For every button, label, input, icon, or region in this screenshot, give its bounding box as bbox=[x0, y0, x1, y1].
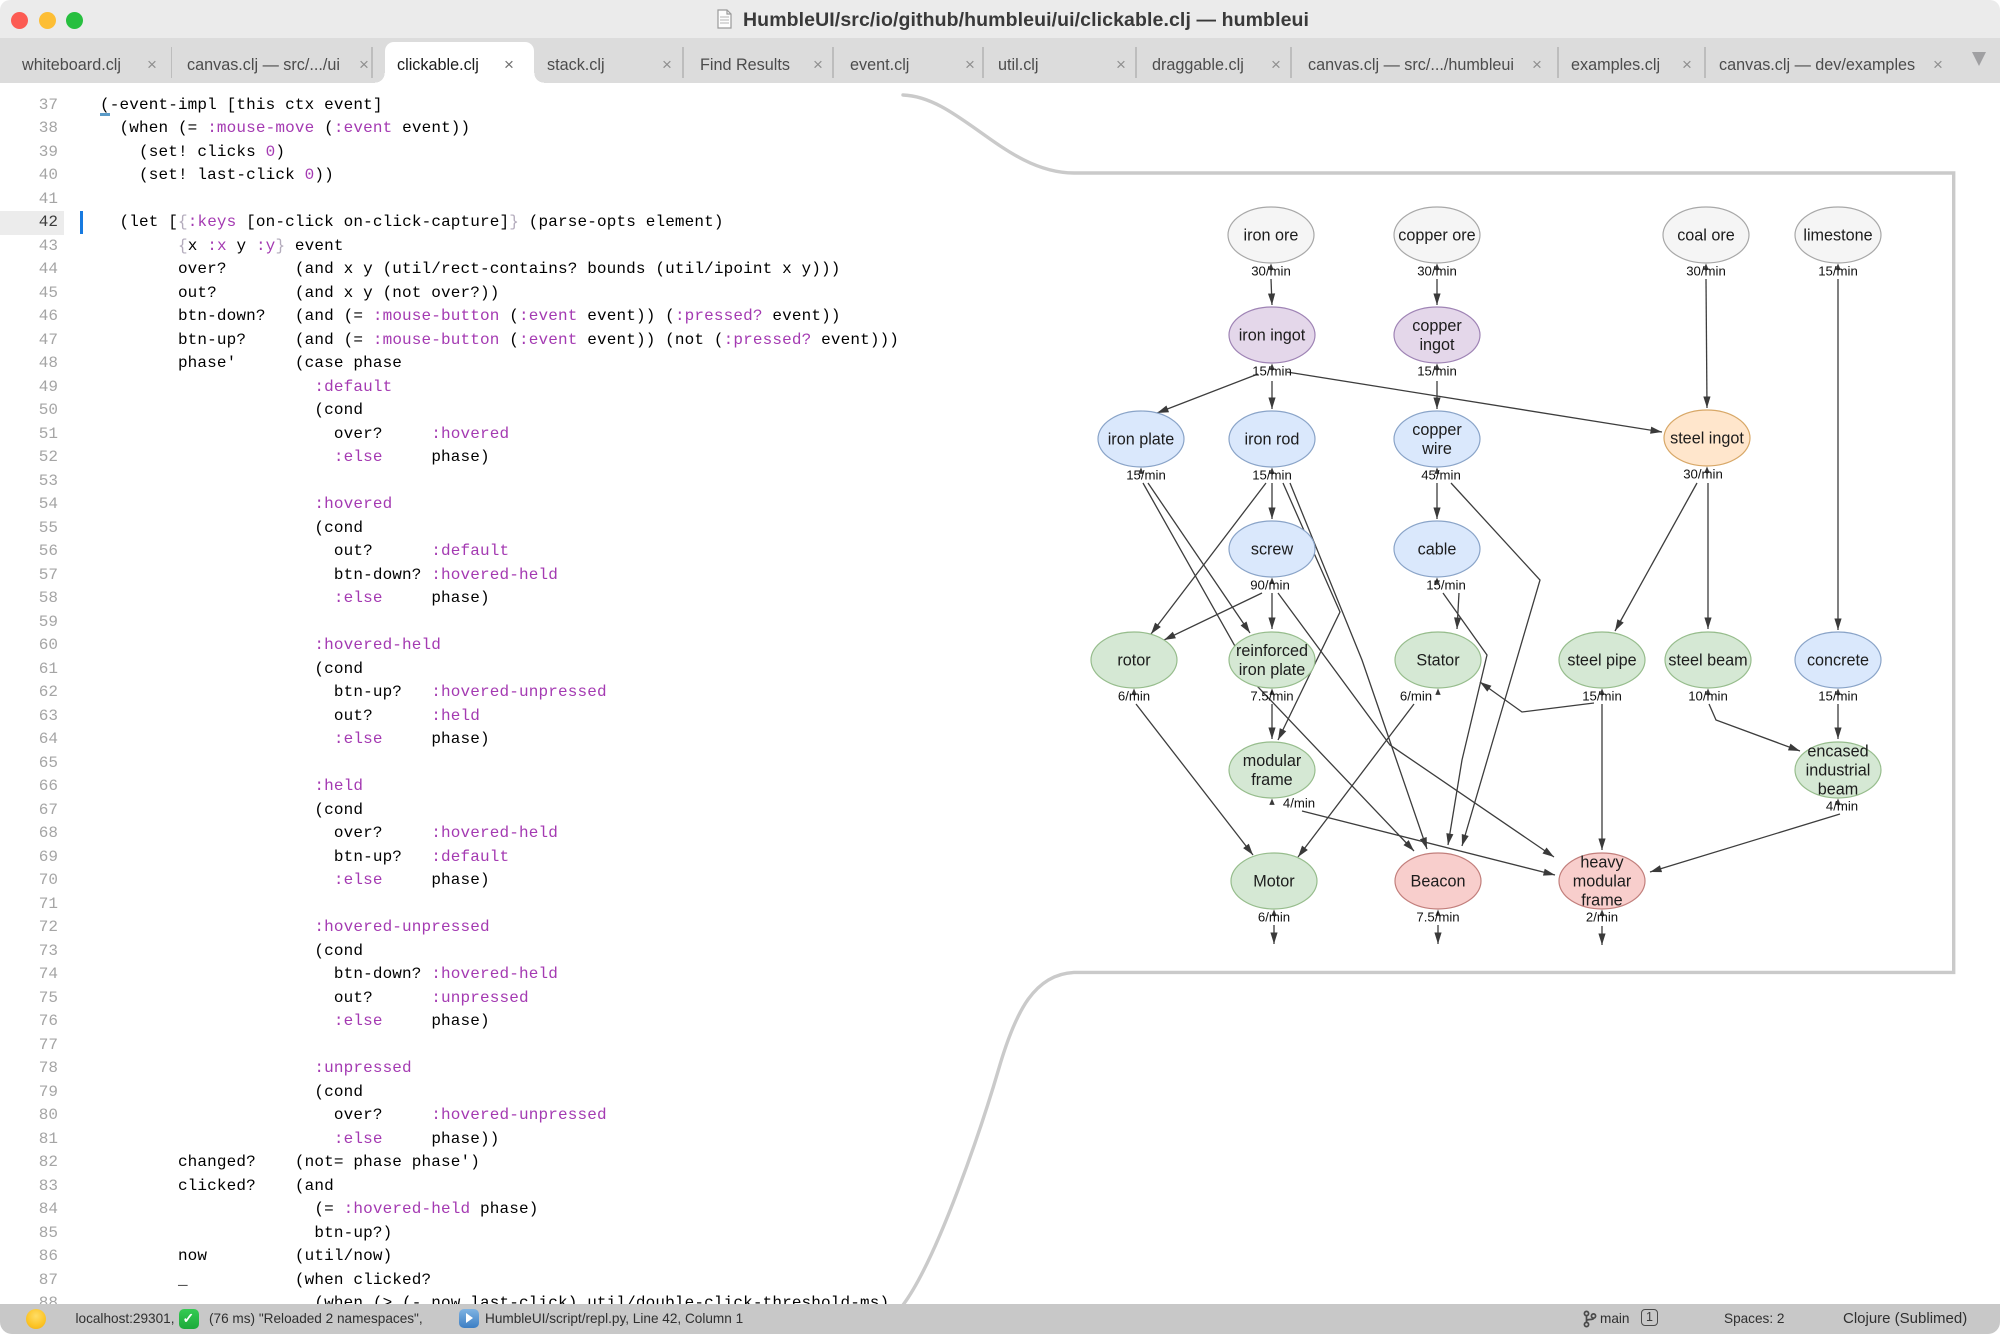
svg-text:copper: copper bbox=[1412, 317, 1462, 335]
svg-text:copper: copper bbox=[1412, 421, 1462, 439]
svg-text:15/min: 15/min bbox=[1818, 264, 1858, 279]
svg-text:iron plate: iron plate bbox=[1108, 431, 1175, 449]
svg-text:modular: modular bbox=[1573, 873, 1632, 891]
svg-text:cable: cable bbox=[1418, 541, 1457, 559]
svg-text:15/min: 15/min bbox=[1582, 689, 1622, 704]
svg-text:7.5/min: 7.5/min bbox=[1416, 910, 1459, 925]
svg-text:6/min: 6/min bbox=[1400, 689, 1432, 704]
svg-text:30/min: 30/min bbox=[1683, 467, 1723, 482]
svg-text:iron plate: iron plate bbox=[1239, 661, 1306, 679]
svg-text:15/min: 15/min bbox=[1252, 364, 1292, 379]
svg-text:30/min: 30/min bbox=[1251, 264, 1291, 279]
svg-text:4/min: 4/min bbox=[1826, 799, 1858, 814]
svg-text:10/min: 10/min bbox=[1688, 689, 1728, 704]
svg-text:2/min: 2/min bbox=[1586, 910, 1618, 925]
svg-text:wire: wire bbox=[1421, 440, 1452, 458]
svg-text:30/min: 30/min bbox=[1417, 264, 1457, 279]
svg-text:90/min: 90/min bbox=[1250, 578, 1290, 593]
svg-text:reinforced: reinforced bbox=[1236, 642, 1308, 660]
svg-text:15/min: 15/min bbox=[1126, 468, 1166, 483]
svg-text:encased: encased bbox=[1807, 743, 1868, 761]
svg-text:15/min: 15/min bbox=[1818, 689, 1858, 704]
svg-text:15/min: 15/min bbox=[1252, 468, 1292, 483]
svg-text:iron rod: iron rod bbox=[1245, 431, 1300, 449]
svg-text:ingot: ingot bbox=[1419, 336, 1455, 354]
svg-text:copper ore: copper ore bbox=[1398, 227, 1475, 245]
svg-text:iron ingot: iron ingot bbox=[1239, 327, 1306, 345]
svg-text:6/min: 6/min bbox=[1258, 910, 1290, 925]
svg-text:7.5/min: 7.5/min bbox=[1250, 689, 1293, 704]
svg-text:frame: frame bbox=[1581, 892, 1622, 910]
svg-text:Motor: Motor bbox=[1253, 873, 1295, 891]
svg-text:15/min: 15/min bbox=[1426, 578, 1466, 593]
svg-text:coal ore: coal ore bbox=[1677, 227, 1735, 245]
svg-text:45/min: 45/min bbox=[1421, 468, 1461, 483]
svg-text:heavy: heavy bbox=[1580, 854, 1624, 872]
svg-text:Stator: Stator bbox=[1416, 652, 1460, 670]
svg-text:Beacon: Beacon bbox=[1411, 873, 1466, 891]
svg-text:screw: screw bbox=[1251, 541, 1294, 559]
svg-text:15/min: 15/min bbox=[1417, 364, 1457, 379]
svg-text:6/min: 6/min bbox=[1118, 689, 1150, 704]
svg-text:steel beam: steel beam bbox=[1668, 652, 1747, 670]
svg-text:frame: frame bbox=[1251, 771, 1292, 789]
svg-text:modular: modular bbox=[1243, 752, 1302, 770]
svg-text:beam: beam bbox=[1818, 781, 1859, 799]
svg-text:30/min: 30/min bbox=[1686, 264, 1726, 279]
svg-text:steel pipe: steel pipe bbox=[1567, 652, 1636, 670]
svg-text:concrete: concrete bbox=[1807, 652, 1869, 670]
svg-text:4/min: 4/min bbox=[1283, 796, 1315, 811]
svg-text:steel ingot: steel ingot bbox=[1670, 430, 1744, 448]
svg-text:industrial: industrial bbox=[1806, 762, 1871, 780]
svg-text:limestone: limestone bbox=[1803, 227, 1872, 245]
svg-text:rotor: rotor bbox=[1117, 652, 1151, 670]
svg-text:iron ore: iron ore bbox=[1244, 227, 1299, 245]
